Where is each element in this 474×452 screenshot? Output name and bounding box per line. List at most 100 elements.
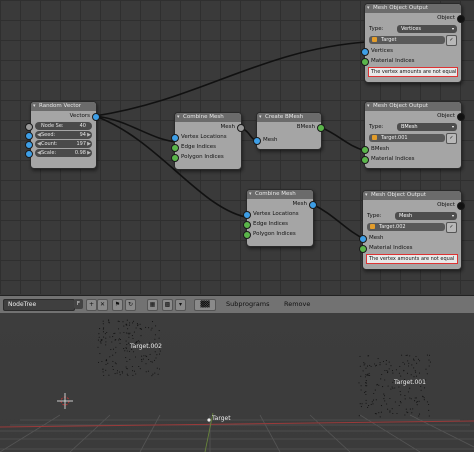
point — [361, 403, 363, 405]
point — [411, 364, 413, 366]
object-socket[interactable] — [457, 113, 465, 121]
decrement-icon[interactable]: ◀ — [37, 140, 41, 148]
point — [367, 374, 369, 376]
node-mesh-object-output-2[interactable]: Mesh Object Output Object Type: BMesh ▾ … — [361, 101, 465, 169]
vertex-locations-socket[interactable] — [243, 211, 251, 219]
point — [416, 401, 418, 403]
type-dropdown[interactable]: BMesh ▾ — [397, 123, 457, 131]
type-dropdown[interactable]: Vertices ▾ — [397, 25, 457, 33]
backdrop-icon[interactable]: ▓▓ — [194, 299, 216, 311]
mesh-socket[interactable] — [309, 201, 317, 209]
node-seed-socket[interactable] — [25, 123, 33, 131]
node-title[interactable]: Combine Mesh — [247, 190, 313, 199]
bmesh-input-socket[interactable] — [361, 146, 369, 154]
scale-socket[interactable] — [25, 150, 33, 158]
vertices-socket[interactable] — [361, 48, 369, 56]
edge-indices-socket[interactable] — [171, 144, 179, 152]
point — [423, 397, 425, 399]
seed-socket[interactable] — [25, 132, 33, 140]
pin-icon[interactable]: ✓ — [446, 133, 457, 144]
polygon-indices-socket[interactable] — [171, 154, 179, 162]
point — [158, 353, 161, 355]
point — [151, 321, 154, 323]
add-icon[interactable]: + — [86, 299, 97, 311]
count-field[interactable]: ◀ Count: 197 ▶ — [25, 140, 92, 149]
object-selector[interactable]: Target.002 — [367, 223, 445, 231]
point — [125, 324, 127, 326]
nodetree-name-field[interactable]: NodeTree — [3, 299, 75, 311]
shield-icon[interactable]: ⚑ — [112, 299, 123, 311]
count-socket[interactable] — [25, 141, 33, 149]
point — [414, 397, 416, 399]
node-editor[interactable]: Random Vector Vectors Node Se: 40 ◀ Seed… — [0, 0, 474, 294]
refresh-icon[interactable]: ↻ — [125, 299, 136, 311]
polygon-indices-socket[interactable] — [243, 231, 251, 239]
mesh-input-socket[interactable] — [359, 235, 367, 243]
subprograms-menu[interactable]: Subprograms — [226, 299, 270, 310]
node-mesh-object-output-3[interactable]: Mesh Object Output Object Type: Mesh ▾ T… — [359, 190, 465, 270]
material-indices-socket[interactable] — [361, 58, 369, 66]
object-selector[interactable]: Target.001 — [369, 134, 445, 142]
object-socket[interactable] — [457, 202, 465, 210]
decrement-icon[interactable]: ◀ — [37, 131, 41, 139]
point — [141, 360, 143, 362]
point — [129, 332, 131, 334]
3d-viewport[interactable]: Target.002 Target.001 Target — [0, 313, 474, 452]
point — [131, 365, 133, 368]
mesh-socket[interactable] — [237, 124, 245, 132]
mesh-input-socket[interactable] — [253, 137, 261, 145]
pin-icon[interactable]: ✓ — [446, 35, 457, 46]
point — [139, 328, 141, 330]
socket-label: Material Indices — [371, 156, 415, 162]
snap-icon[interactable]: ▦ — [147, 299, 158, 311]
node-create-bmesh[interactable]: Create BMesh BMesh Mesh — [253, 112, 325, 150]
point — [389, 397, 391, 400]
node-seed-field[interactable]: Node Se: 40 — [25, 122, 92, 131]
point — [428, 359, 430, 361]
object-label: Target.001 — [394, 379, 426, 386]
scale-field[interactable]: ◀ Scale: 0.98 ▶ — [25, 149, 92, 158]
object-label: Target.002 — [130, 343, 162, 350]
fake-user-button[interactable]: F — [74, 299, 83, 309]
close-icon[interactable]: ✕ — [97, 299, 108, 311]
point — [119, 374, 121, 376]
pin-icon[interactable]: ✓ — [446, 222, 457, 233]
node-combine-mesh-2[interactable]: Combine Mesh Mesh Vertex Locations Edge … — [243, 189, 317, 247]
point — [419, 360, 421, 362]
node-title[interactable]: Mesh Object Output — [363, 191, 461, 200]
node-combine-mesh-1[interactable]: Combine Mesh Mesh Vertex Locations Edge … — [171, 112, 245, 170]
node-title[interactable]: Mesh Object Output — [365, 4, 461, 13]
object-socket[interactable] — [457, 15, 465, 23]
point — [389, 411, 391, 413]
material-indices-socket[interactable] — [359, 245, 367, 253]
point — [364, 391, 366, 393]
point — [372, 403, 374, 405]
decrement-icon[interactable]: ◀ — [37, 149, 41, 157]
edge-indices-socket[interactable] — [243, 221, 251, 229]
node-title[interactable]: Mesh Object Output — [365, 102, 461, 111]
vertex-locations-socket[interactable] — [171, 134, 179, 142]
vectors-socket[interactable] — [92, 113, 100, 121]
chevron-down-icon[interactable]: ▾ — [175, 299, 186, 311]
node-title[interactable]: Create BMesh — [257, 113, 321, 122]
type-dropdown[interactable]: Mesh ▾ — [395, 212, 457, 220]
node-title[interactable]: Random Vector — [31, 102, 96, 111]
node-editor-header: NodeTree F + ✕ ⚑ ↻ ▦ ▩ ▾ ▓▓ Subprograms … — [0, 295, 474, 314]
increment-icon[interactable]: ▶ — [87, 131, 91, 139]
point — [358, 415, 360, 417]
node-title[interactable]: Combine Mesh — [175, 113, 241, 122]
seed-field[interactable]: ◀ Seed: 94 ▶ — [25, 131, 92, 140]
remove-menu[interactable]: Remove — [284, 299, 310, 310]
node-random-vector[interactable]: Random Vector Vectors Node Se: 40 ◀ Seed… — [25, 101, 100, 169]
object-selector[interactable]: Target — [369, 36, 445, 44]
node-mesh-object-output-1[interactable]: Mesh Object Output Object Type: Vertices… — [361, 3, 465, 83]
object-label: Target — [212, 415, 231, 422]
point — [153, 359, 156, 361]
point — [407, 365, 410, 367]
bmesh-socket[interactable] — [317, 124, 325, 132]
increment-icon[interactable]: ▶ — [87, 140, 91, 148]
grid-icon[interactable]: ▩ — [162, 299, 173, 311]
increment-icon[interactable]: ▶ — [87, 149, 91, 157]
material-indices-socket[interactable] — [361, 156, 369, 164]
point — [409, 408, 411, 410]
